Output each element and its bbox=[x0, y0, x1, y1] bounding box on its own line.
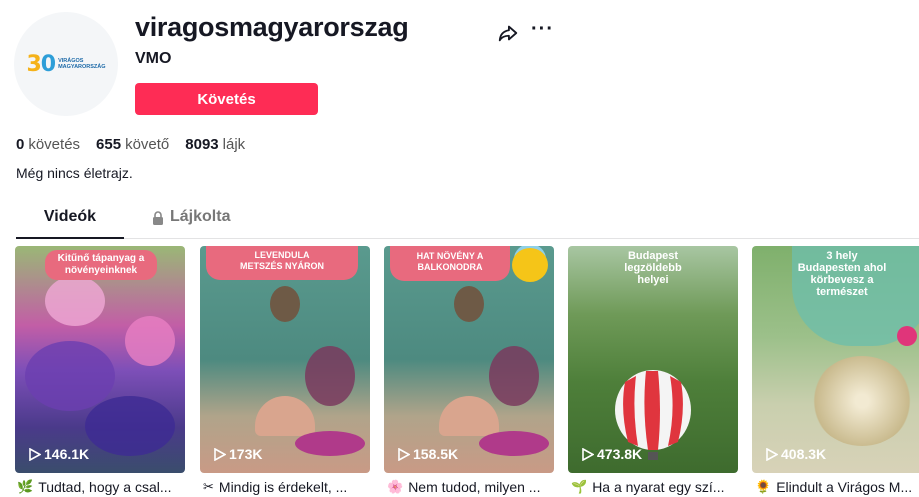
flower-icon: 🌸 bbox=[387, 479, 404, 494]
video-overlay-text: Budapest legzöldebb helyei bbox=[624, 250, 682, 286]
profile-stats: 0 követés 655 követő 8093 lájk bbox=[16, 136, 245, 153]
sprout-icon: 🌱 bbox=[571, 479, 588, 494]
video-caption[interactable]: 🌱 Ha a nyarat egy szí... bbox=[571, 479, 743, 495]
sunflower-icon: 🌻 bbox=[755, 479, 772, 494]
play-icon bbox=[766, 447, 778, 461]
video-views: 473.8K bbox=[597, 446, 643, 462]
tab-liked[interactable]: Lájkolta bbox=[152, 208, 230, 239]
profile-nickname: VMO bbox=[135, 50, 172, 67]
profile-bio: Még nincs életrajz. bbox=[16, 165, 133, 181]
video-card[interactable]: LEVENDULA METSZÉS NYÁRON 173K bbox=[200, 246, 370, 473]
play-icon bbox=[29, 447, 41, 461]
tab-liked-label: Lájkolta bbox=[170, 208, 231, 225]
flower-sticker-icon bbox=[512, 248, 548, 282]
video-views: 408.3K bbox=[781, 446, 827, 462]
video-overlay-text: LEVENDULA METSZÉS NYÁRON bbox=[206, 246, 358, 280]
lock-icon bbox=[153, 211, 163, 225]
video-card[interactable]: 3 hely Budapesten ahol körbevesz a termé… bbox=[752, 246, 919, 473]
profile-username: viragosmagyarorszag bbox=[135, 12, 409, 42]
following-stat[interactable]: 0 követés bbox=[16, 136, 80, 153]
tab-videos[interactable]: Videók bbox=[16, 208, 124, 239]
play-icon bbox=[398, 447, 410, 461]
video-overlay-text: Kitűnő tápanyag a növényeinknek bbox=[45, 250, 157, 280]
play-icon bbox=[214, 447, 226, 461]
more-options-icon[interactable]: ··· bbox=[531, 18, 554, 41]
scissors-icon: ✂ bbox=[203, 479, 214, 494]
video-card[interactable]: HAT NÖVÉNY A BALKONODRA 158.5K bbox=[384, 246, 554, 473]
avatar-logo: 30 VIRÁGOS MAGYARORSZÁG bbox=[26, 51, 106, 77]
video-views: 158.5K bbox=[413, 446, 459, 462]
avatar[interactable]: 30 VIRÁGOS MAGYARORSZÁG bbox=[14, 12, 118, 116]
video-card[interactable]: Budapest legzöldebb helyei 473.8K bbox=[568, 246, 738, 473]
follow-button[interactable]: Követés bbox=[135, 83, 318, 115]
followers-stat[interactable]: 655 követő bbox=[96, 136, 169, 153]
video-overlay-text: 3 hely Budapesten ahol körbevesz a termé… bbox=[797, 250, 887, 298]
likes-stat: 8093 lájk bbox=[185, 136, 246, 153]
share-icon[interactable] bbox=[497, 22, 519, 44]
video-views: 146.1K bbox=[44, 446, 90, 462]
play-icon bbox=[582, 447, 594, 461]
video-caption[interactable]: 🌿 Tudtad, hogy a csal... bbox=[17, 479, 189, 495]
video-caption[interactable]: 🌸 Nem tudod, milyen ... bbox=[387, 479, 559, 495]
profile-tabs: Videók Lájkolta bbox=[16, 208, 919, 239]
leaf-icon: 🌿 bbox=[17, 479, 34, 494]
video-caption[interactable]: 🌻 Elindult a Virágos M... bbox=[755, 479, 919, 495]
video-caption[interactable]: ✂ Mindig is érdekelt, ... bbox=[203, 479, 375, 495]
video-card[interactable]: Kitűnő tápanyag a növényeinknek 146.1K bbox=[15, 246, 185, 473]
video-overlay-text: HAT NÖVÉNY A BALKONODRA bbox=[390, 246, 510, 281]
video-views: 173K bbox=[229, 446, 263, 462]
